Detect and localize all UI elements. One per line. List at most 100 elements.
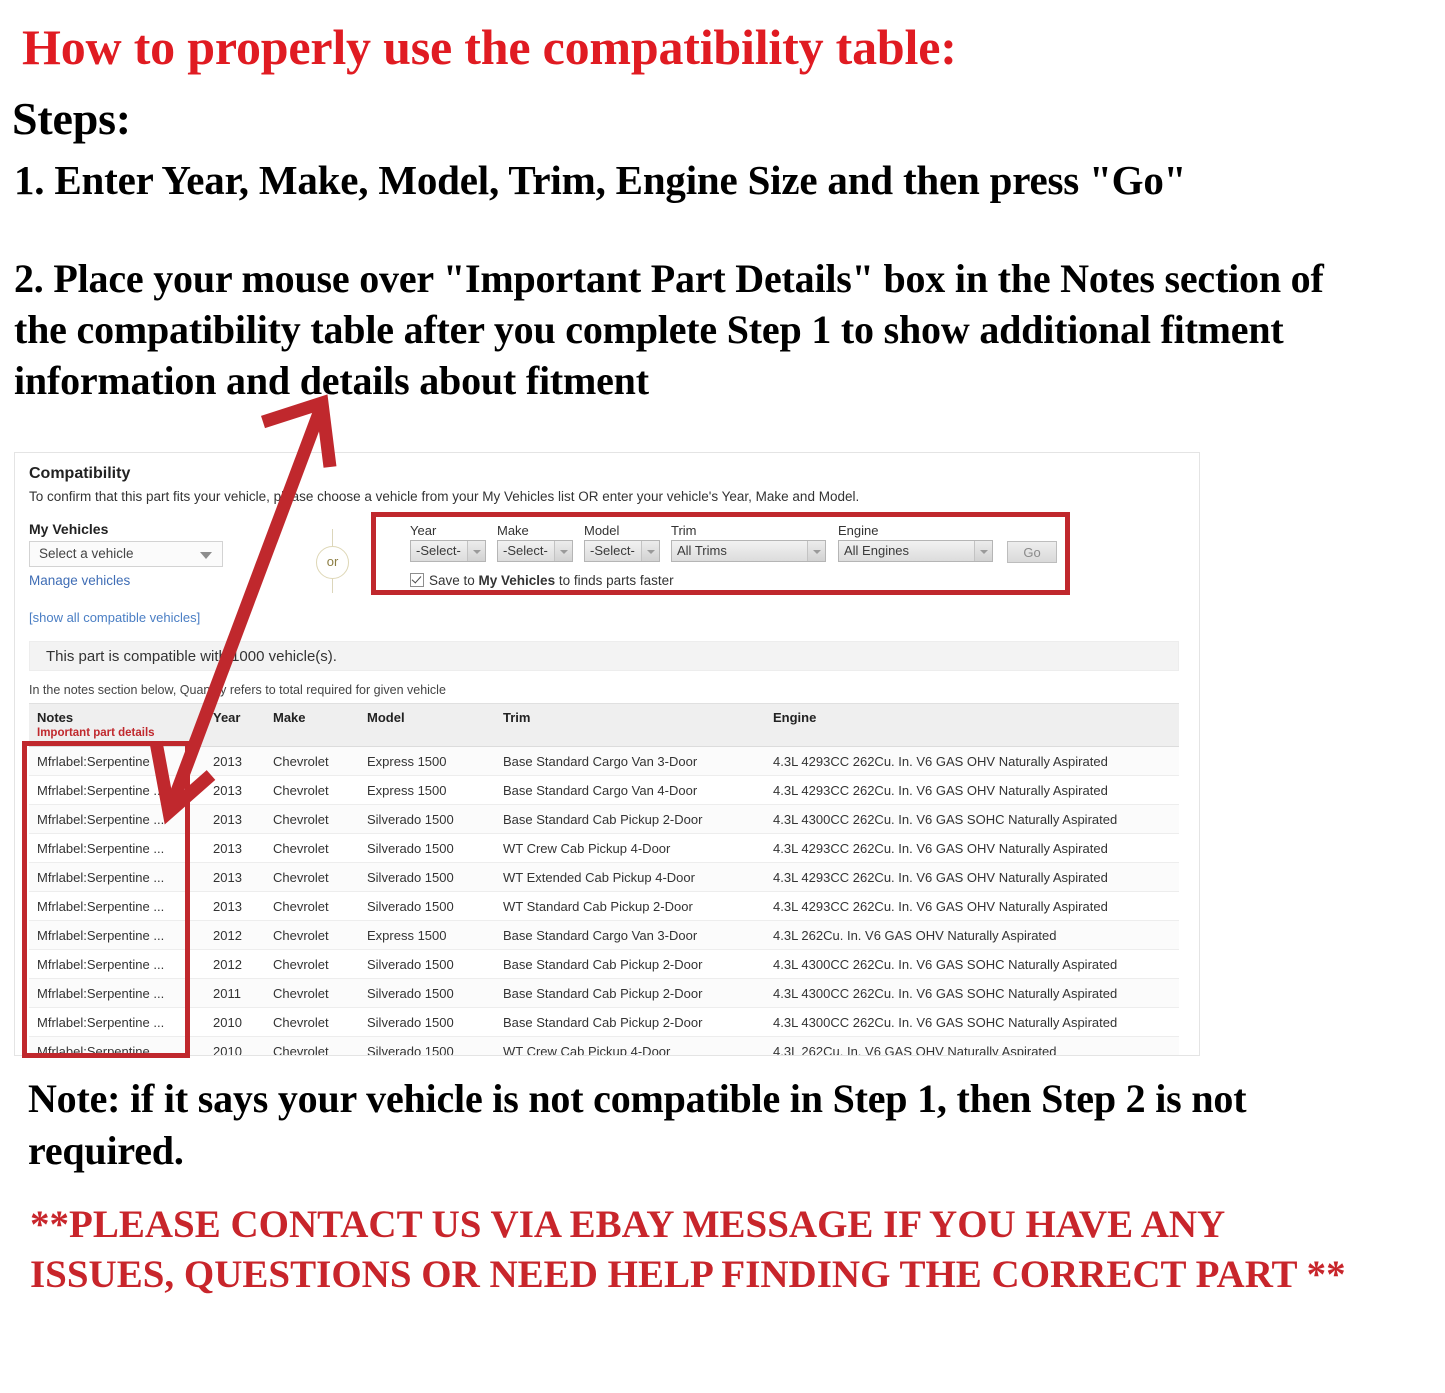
cell-year: 2013: [205, 775, 265, 805]
table-row[interactable]: Mfrlabel:Serpentine ... 2011 Chevrolet Silv…: [29, 978, 1179, 1008]
cell-model: Silverado 1500: [359, 1007, 495, 1037]
table-row[interactable]: Mfrlabel:Serpentine ... 2012 Chevrolet Silv…: [29, 949, 1179, 979]
manage-vehicles-link[interactable]: Manage vehicles: [29, 573, 130, 588]
cell-engine: 4.3L 262Cu. In. V6 GAS OHV Naturally Asp…: [765, 1036, 1179, 1055]
cell-notes: Mfrlabel:Serpentine ...: [29, 804, 205, 834]
cell-trim: Base Standard Cargo Van 3-Door: [495, 746, 765, 776]
vehicle-select-dropdown[interactable]: Select a vehicle: [29, 541, 223, 567]
cell-make: Chevrolet: [265, 949, 359, 979]
cell-trim: WT Standard Cab Pickup 2-Door: [495, 891, 765, 921]
cell-make: Chevrolet: [265, 1036, 359, 1055]
cell-engine: 4.3L 4293CC 262Cu. In. V6 GAS OHV Natura…: [765, 833, 1179, 863]
ymm-form-highlight-box: [371, 512, 1070, 595]
col-header-notes-label: Notes: [37, 710, 74, 725]
important-part-details-label: Important part details: [37, 727, 155, 739]
cell-model: Silverado 1500: [359, 862, 495, 892]
or-divider: or: [311, 529, 355, 593]
cell-make: Chevrolet: [265, 1007, 359, 1037]
table-row[interactable]: Mfrlabel:Serpentine ... 2013 Chevrolet Silv…: [29, 862, 1179, 892]
cell-trim: WT Crew Cab Pickup 4-Door: [495, 833, 765, 863]
cell-engine: 4.3L 4300CC 262Cu. In. V6 GAS SOHC Natur…: [765, 949, 1179, 979]
cell-year: 2010: [205, 1007, 265, 1037]
cell-notes: Mfrlabel:Serpentine ...: [29, 833, 205, 863]
col-header-make[interactable]: Make: [265, 703, 359, 747]
cell-trim: Base Standard Cab Pickup 2-Door: [495, 1007, 765, 1037]
table-row[interactable]: Mfrlabel:Serpentine ... 2013 Chevrolet Silv…: [29, 804, 1179, 834]
cell-make: Chevrolet: [265, 891, 359, 921]
cell-notes: Mfrlabel:Serpentine ...: [29, 775, 205, 805]
fitment-table-body: Mfrlabel:Serpentine ... 2013 Chevrolet Expr…: [29, 746, 1179, 1055]
cell-model: Express 1500: [359, 775, 495, 805]
compatibility-subtitle: To confirm that this part fits your vehi…: [29, 489, 860, 504]
compatible-count-banner: This part is compatible with 1000 vehicl…: [29, 641, 1179, 671]
show-all-compatible-vehicles-link[interactable]: [show all compatible vehicles]: [29, 610, 200, 625]
steps-label: Steps:: [12, 93, 131, 144]
cell-model: Silverado 1500: [359, 833, 495, 863]
cell-make: Chevrolet: [265, 775, 359, 805]
cell-notes: Mfrlabel:Serpentine ...: [29, 891, 205, 921]
cell-engine: 4.3L 4293CC 262Cu. In. V6 GAS OHV Natura…: [765, 891, 1179, 921]
cell-model: Express 1500: [359, 920, 495, 950]
table-row[interactable]: Mfrlabel:Serpentine ... 2013 Chevrolet Expr…: [29, 746, 1179, 776]
cell-trim: WT Crew Cab Pickup 4-Door: [495, 1036, 765, 1055]
cell-engine: 4.3L 4293CC 262Cu. In. V6 GAS OHV Natura…: [765, 746, 1179, 776]
col-header-notes[interactable]: Notes Important part details: [29, 703, 205, 747]
cell-notes: Mfrlabel:Serpentine ...: [29, 1007, 205, 1037]
table-row[interactable]: Mfrlabel:Serpentine ... 2012 Chevrolet Expr…: [29, 920, 1179, 950]
cell-make: Chevrolet: [265, 746, 359, 776]
cell-model: Silverado 1500: [359, 978, 495, 1008]
cell-trim: Base Standard Cargo Van 4-Door: [495, 775, 765, 805]
cell-model: Silverado 1500: [359, 804, 495, 834]
cell-engine: 4.3L 4300CC 262Cu. In. V6 GAS SOHC Natur…: [765, 978, 1179, 1008]
cell-notes: Mfrlabel:Serpentine ...: [29, 920, 205, 950]
cell-year: 2011: [205, 978, 265, 1008]
cell-engine: 4.3L 4300CC 262Cu. In. V6 GAS SOHC Natur…: [765, 804, 1179, 834]
col-header-trim[interactable]: Trim: [495, 703, 765, 747]
cell-make: Chevrolet: [265, 804, 359, 834]
cell-year: 2013: [205, 804, 265, 834]
cell-model: Express 1500: [359, 746, 495, 776]
cell-trim: Base Standard Cab Pickup 2-Door: [495, 804, 765, 834]
table-row[interactable]: Mfrlabel:Serpentine ... 2010 Chevrolet Silv…: [29, 1007, 1179, 1037]
cell-year: 2012: [205, 949, 265, 979]
cell-trim: Base Standard Cab Pickup 2-Door: [495, 949, 765, 979]
contact-text: **PLEASE CONTACT US VIA EBAY MESSAGE IF …: [30, 1203, 1346, 1296]
cell-notes: Mfrlabel:Serpentine ...: [29, 949, 205, 979]
cell-model: Silverado 1500: [359, 1036, 495, 1055]
step-2-text: 2. Place your mouse over "Important Part…: [14, 256, 1324, 403]
cell-model: Silverado 1500: [359, 891, 495, 921]
cell-year: 2013: [205, 891, 265, 921]
cell-year: 2013: [205, 862, 265, 892]
vehicle-select-value: Select a vehicle: [39, 546, 134, 561]
cell-year: 2012: [205, 920, 265, 950]
cell-engine: 4.3L 4293CC 262Cu. In. V6 GAS OHV Natura…: [765, 862, 1179, 892]
cell-engine: 4.3L 4293CC 262Cu. In. V6 GAS OHV Natura…: [765, 775, 1179, 805]
cell-notes: Mfrlabel:Serpentine ...: [29, 746, 205, 776]
cell-trim: Base Standard Cargo Van 3-Door: [495, 920, 765, 950]
compatible-count-text: This part is compatible with 1000 vehicl…: [46, 648, 337, 665]
table-row[interactable]: Mfrlabel:Serpentine ... 2013 Chevrolet Silv…: [29, 833, 1179, 863]
cell-notes: Mfrlabel:Serpentine ...: [29, 862, 205, 892]
fitment-table: Notes Important part details Year Make M…: [29, 703, 1179, 1055]
col-header-year[interactable]: Year: [205, 703, 265, 747]
page-headline: How to properly use the compatibility ta…: [22, 19, 957, 75]
table-row[interactable]: Mfrlabel:Serpentine ... 2013 Chevrolet Expr…: [29, 775, 1179, 805]
cell-make: Chevrolet: [265, 978, 359, 1008]
my-vehicles-label: My Vehicles: [29, 521, 109, 537]
table-row[interactable]: Mfrlabel:Serpentine ... 2010 Chevrolet Silv…: [29, 1036, 1179, 1055]
cell-trim: Base Standard Cab Pickup 2-Door: [495, 978, 765, 1008]
cell-make: Chevrolet: [265, 920, 359, 950]
cell-year: 2013: [205, 833, 265, 863]
cell-year: 2010: [205, 1036, 265, 1055]
col-header-engine[interactable]: Engine: [765, 703, 1179, 747]
note-text: Note: if it says your vehicle is not com…: [28, 1076, 1247, 1173]
table-header-row: Notes Important part details Year Make M…: [29, 703, 1179, 747]
chevron-down-icon: [200, 552, 212, 559]
cell-engine: 4.3L 262Cu. In. V6 GAS OHV Naturally Asp…: [765, 920, 1179, 950]
col-header-model[interactable]: Model: [359, 703, 495, 747]
or-label: or: [316, 546, 349, 579]
step-1-text: 1. Enter Year, Make, Model, Trim, Engine…: [14, 157, 1187, 203]
table-row[interactable]: Mfrlabel:Serpentine ... 2013 Chevrolet Silv…: [29, 891, 1179, 921]
cell-year: 2013: [205, 746, 265, 776]
cell-trim: WT Extended Cab Pickup 4-Door: [495, 862, 765, 892]
